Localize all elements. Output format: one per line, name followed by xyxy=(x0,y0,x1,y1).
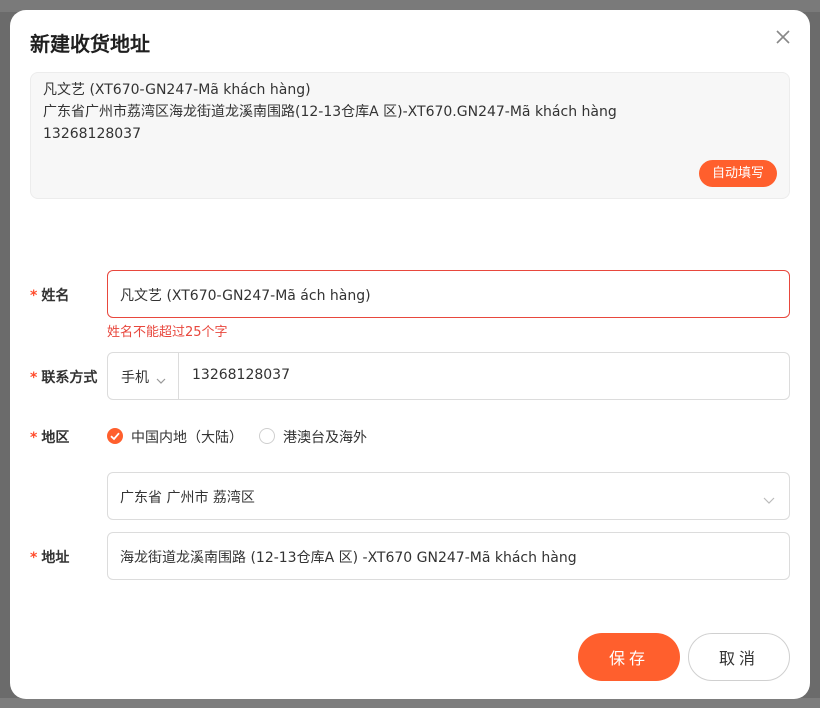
radio-mainland-label: 中国内地（大陆） xyxy=(131,430,243,446)
save-button[interactable]: 保存 xyxy=(578,633,680,681)
radio-checked-icon xyxy=(107,428,123,444)
required-mark: * xyxy=(30,550,38,566)
cancel-button[interactable]: 取消 xyxy=(688,633,790,681)
required-mark: * xyxy=(30,370,38,386)
new-address-dialog: 新建收货地址 凡文艺 (XT670-GN247-Mã khách hàng) 广… xyxy=(10,10,810,699)
address-value[interactable]: 海龙街道龙溪南围路 (12-13仓库A 区) -XT670 GN247-Mã k… xyxy=(120,547,577,567)
address-field[interactable]: 海龙街道龙溪南围路 (12-13仓库A 区) -XT670 GN247-Mã k… xyxy=(107,532,790,580)
address-label: * 地址 xyxy=(30,547,69,567)
chevron-down-icon xyxy=(763,492,775,508)
phone-type-value: 手机 xyxy=(121,370,149,386)
dialog-title: 新建收货地址 xyxy=(30,32,150,56)
contact-field: 手机 13268128037 xyxy=(107,352,790,400)
required-mark: * xyxy=(30,430,38,446)
name-label: * 姓名 xyxy=(30,285,69,305)
name-error-message: 姓名不能超过25个字 xyxy=(107,325,228,340)
radio-overseas-label: 港澳台及海外 xyxy=(283,430,367,446)
name-label-text: 姓名 xyxy=(41,288,70,304)
required-mark: * xyxy=(30,288,38,304)
contact-label-text: 联系方式 xyxy=(41,370,98,386)
region-label-text: 地区 xyxy=(41,430,70,446)
name-field[interactable]: 凡文艺 (XT670-GN247-Mã ách hàng) xyxy=(107,270,790,318)
paste-text[interactable]: 凡文艺 (XT670-GN247-Mã khách hàng) 广东省广州市荔湾… xyxy=(43,79,617,145)
radio-unchecked-icon xyxy=(259,428,275,444)
contact-label: * 联系方式 xyxy=(30,367,97,387)
backdrop-bottom xyxy=(0,698,820,708)
phone-type-select[interactable]: 手机 xyxy=(108,353,179,399)
region-select-value: 广东省 广州市 荔湾区 xyxy=(120,490,255,506)
phone-input[interactable]: 13268128037 xyxy=(192,367,290,383)
autofill-button[interactable]: 自动填写 xyxy=(698,160,777,187)
name-value[interactable]: 凡文艺 (XT670-GN247-Mã ách hàng) xyxy=(120,285,371,305)
region-label: * 地区 xyxy=(30,427,69,447)
region-select[interactable]: 广东省 广州市 荔湾区 xyxy=(107,472,790,520)
chevron-down-icon xyxy=(156,372,166,388)
close-icon[interactable] xyxy=(772,26,794,48)
address-label-text: 地址 xyxy=(41,550,70,566)
smart-paste-textarea[interactable]: 凡文艺 (XT670-GN247-Mã khách hàng) 广东省广州市荔湾… xyxy=(30,72,790,199)
